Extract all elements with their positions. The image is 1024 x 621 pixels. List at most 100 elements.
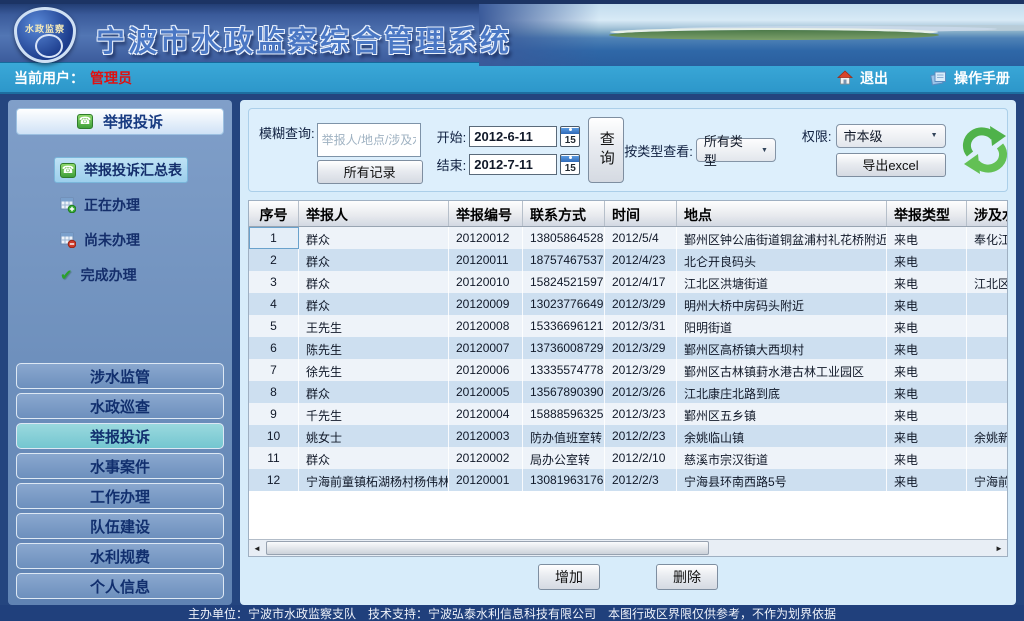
manual-button[interactable]: 操作手册 xyxy=(930,68,1010,88)
cell[interactable]: 千先生 xyxy=(299,403,449,425)
cell[interactable]: 13736008729 xyxy=(523,337,605,359)
query-button[interactable]: 查询 xyxy=(588,117,624,183)
cell[interactable]: 群众 xyxy=(299,227,449,249)
cell[interactable]: 奉化江礼 xyxy=(967,227,1007,249)
cell[interactable] xyxy=(967,359,1007,381)
row-index-cell[interactable]: 4 xyxy=(249,293,299,315)
menu-item-water-fees[interactable]: 水利规费 xyxy=(16,543,224,569)
cell[interactable]: 2012/4/17 xyxy=(605,271,677,293)
sidebar-item-pending[interactable]: 尚未办理 xyxy=(54,227,146,253)
cell[interactable] xyxy=(967,293,1007,315)
cell[interactable]: 2012/3/26 xyxy=(605,381,677,403)
permission-select[interactable]: 市本级 ▼ xyxy=(836,124,946,148)
menu-item-report-complaint[interactable]: 举报投诉 xyxy=(16,423,224,449)
all-records-button[interactable]: 所有记录 xyxy=(317,160,423,184)
cell[interactable]: 2012/3/29 xyxy=(605,359,677,381)
cell[interactable]: 来电 xyxy=(887,271,967,293)
row-index-cell[interactable]: 6 xyxy=(249,337,299,359)
column-header[interactable]: 地点 xyxy=(677,201,887,226)
table-row[interactable]: 1群众20120012138058645282012/5/4鄞州区钟公庙街道铜盆… xyxy=(249,227,1007,249)
refresh-icon[interactable] xyxy=(962,124,1008,176)
menu-item-personal-info[interactable]: 个人信息 xyxy=(16,573,224,599)
delete-button[interactable]: 删除 xyxy=(656,564,718,590)
scroll-thumb[interactable] xyxy=(266,541,709,555)
cell[interactable]: 15824521597 xyxy=(523,271,605,293)
section-header-button[interactable]: ☎ 举报投诉 xyxy=(16,108,224,135)
scroll-track[interactable] xyxy=(265,540,991,556)
cell[interactable]: 2012/3/31 xyxy=(605,315,677,337)
cell[interactable]: 宁海县环南西路5号 xyxy=(677,469,887,491)
table-row[interactable]: 11群众20120002局办公室转2012/2/10慈溪市宗汉街道来电 xyxy=(249,447,1007,469)
row-index-cell[interactable]: 2 xyxy=(249,249,299,271)
cell[interactable]: 20120006 xyxy=(449,359,523,381)
cell[interactable]: 鄞州区五乡镇 xyxy=(677,403,887,425)
sidebar-item-summary-table[interactable]: ☎ 举报投诉汇总表 xyxy=(54,157,188,183)
cell[interactable]: 来电 xyxy=(887,293,967,315)
cell[interactable]: 18757467537 xyxy=(523,249,605,271)
row-index-cell[interactable]: 9 xyxy=(249,403,299,425)
cell[interactable]: 13567890390 xyxy=(523,381,605,403)
type-select[interactable]: 所有类型 ▼ xyxy=(696,138,776,162)
cell[interactable]: 王先生 xyxy=(299,315,449,337)
cell[interactable]: 北仑开良码头 xyxy=(677,249,887,271)
cell[interactable]: 2012/2/3 xyxy=(605,469,677,491)
cell[interactable]: 来电 xyxy=(887,249,967,271)
cell[interactable]: 20120007 xyxy=(449,337,523,359)
row-index-cell[interactable]: 8 xyxy=(249,381,299,403)
cell[interactable]: 群众 xyxy=(299,249,449,271)
table-row[interactable]: 10姚女士20120003防办值班室转2012/2/23余姚临山镇来电余姚新奄 xyxy=(249,425,1007,447)
cell[interactable]: 来电 xyxy=(887,469,967,491)
row-index-cell[interactable]: 3 xyxy=(249,271,299,293)
cell[interactable]: 余姚新奄 xyxy=(967,425,1007,447)
column-header[interactable]: 序号 xyxy=(249,201,299,226)
cell[interactable]: 20120004 xyxy=(449,403,523,425)
cell[interactable]: 来电 xyxy=(887,337,967,359)
cell[interactable]: 15888596325 xyxy=(523,403,605,425)
menu-item-water-patrol[interactable]: 水政巡查 xyxy=(16,393,224,419)
menu-item-team-building[interactable]: 队伍建设 xyxy=(16,513,224,539)
cell[interactable]: 20120008 xyxy=(449,315,523,337)
cell[interactable]: 明州大桥中房码头附近 xyxy=(677,293,887,315)
cell[interactable]: 余姚临山镇 xyxy=(677,425,887,447)
cell[interactable]: 2012/4/23 xyxy=(605,249,677,271)
start-date-input[interactable] xyxy=(469,126,557,147)
end-date-input[interactable] xyxy=(469,154,557,175)
row-index-cell[interactable]: 10 xyxy=(249,425,299,447)
cell[interactable]: 局办公室转 xyxy=(523,447,605,469)
cell[interactable]: 江北区洪塘街道 xyxy=(677,271,887,293)
cell[interactable]: 2012/3/29 xyxy=(605,293,677,315)
table-row[interactable]: 3群众20120010158245215972012/4/17江北区洪塘街道来电… xyxy=(249,271,1007,293)
table-row[interactable]: 9千先生20120004158885963252012/3/23鄞州区五乡镇来电 xyxy=(249,403,1007,425)
cell[interactable]: 20120005 xyxy=(449,381,523,403)
add-button[interactable]: 增加 xyxy=(538,564,600,590)
cell[interactable]: 徐先生 xyxy=(299,359,449,381)
table-row[interactable]: 7徐先生20120006133355747782012/3/29鄞州区古林镇葑水… xyxy=(249,359,1007,381)
cell[interactable]: 来电 xyxy=(887,359,967,381)
cell[interactable] xyxy=(967,403,1007,425)
calendar-icon[interactable]: 15 xyxy=(560,126,580,147)
cell[interactable]: 20120009 xyxy=(449,293,523,315)
scroll-right-button[interactable]: ► xyxy=(991,540,1007,556)
cell[interactable]: 2012/5/4 xyxy=(605,227,677,249)
cell[interactable]: 20120002 xyxy=(449,447,523,469)
cell[interactable]: 鄞州区钟公庙街道铜盆浦村礼花桥附近 xyxy=(677,227,887,249)
cell[interactable]: 群众 xyxy=(299,271,449,293)
column-header[interactable]: 联系方式 xyxy=(523,201,605,226)
cell[interactable]: 陈先生 xyxy=(299,337,449,359)
table-row[interactable]: 5王先生20120008153366961212012/3/31阳明街道来电 xyxy=(249,315,1007,337)
sidebar-item-completed[interactable]: ✔ 完成办理 xyxy=(54,262,143,288)
row-index-cell[interactable]: 7 xyxy=(249,359,299,381)
menu-item-water-cases[interactable]: 水事案件 xyxy=(16,453,224,479)
cell[interactable]: 来电 xyxy=(887,227,967,249)
horizontal-scrollbar[interactable]: ◄ ► xyxy=(249,539,1007,556)
cell[interactable]: 群众 xyxy=(299,293,449,315)
cell[interactable]: 20120012 xyxy=(449,227,523,249)
cell[interactable]: 来电 xyxy=(887,447,967,469)
cell[interactable]: 2012/2/10 xyxy=(605,447,677,469)
cell[interactable]: 2012/3/23 xyxy=(605,403,677,425)
cell[interactable]: 姚女士 xyxy=(299,425,449,447)
cell[interactable]: 20120001 xyxy=(449,469,523,491)
cell[interactable]: 13335574778 xyxy=(523,359,605,381)
cell[interactable] xyxy=(967,337,1007,359)
column-header[interactable]: 涉及水域 xyxy=(967,201,1007,226)
